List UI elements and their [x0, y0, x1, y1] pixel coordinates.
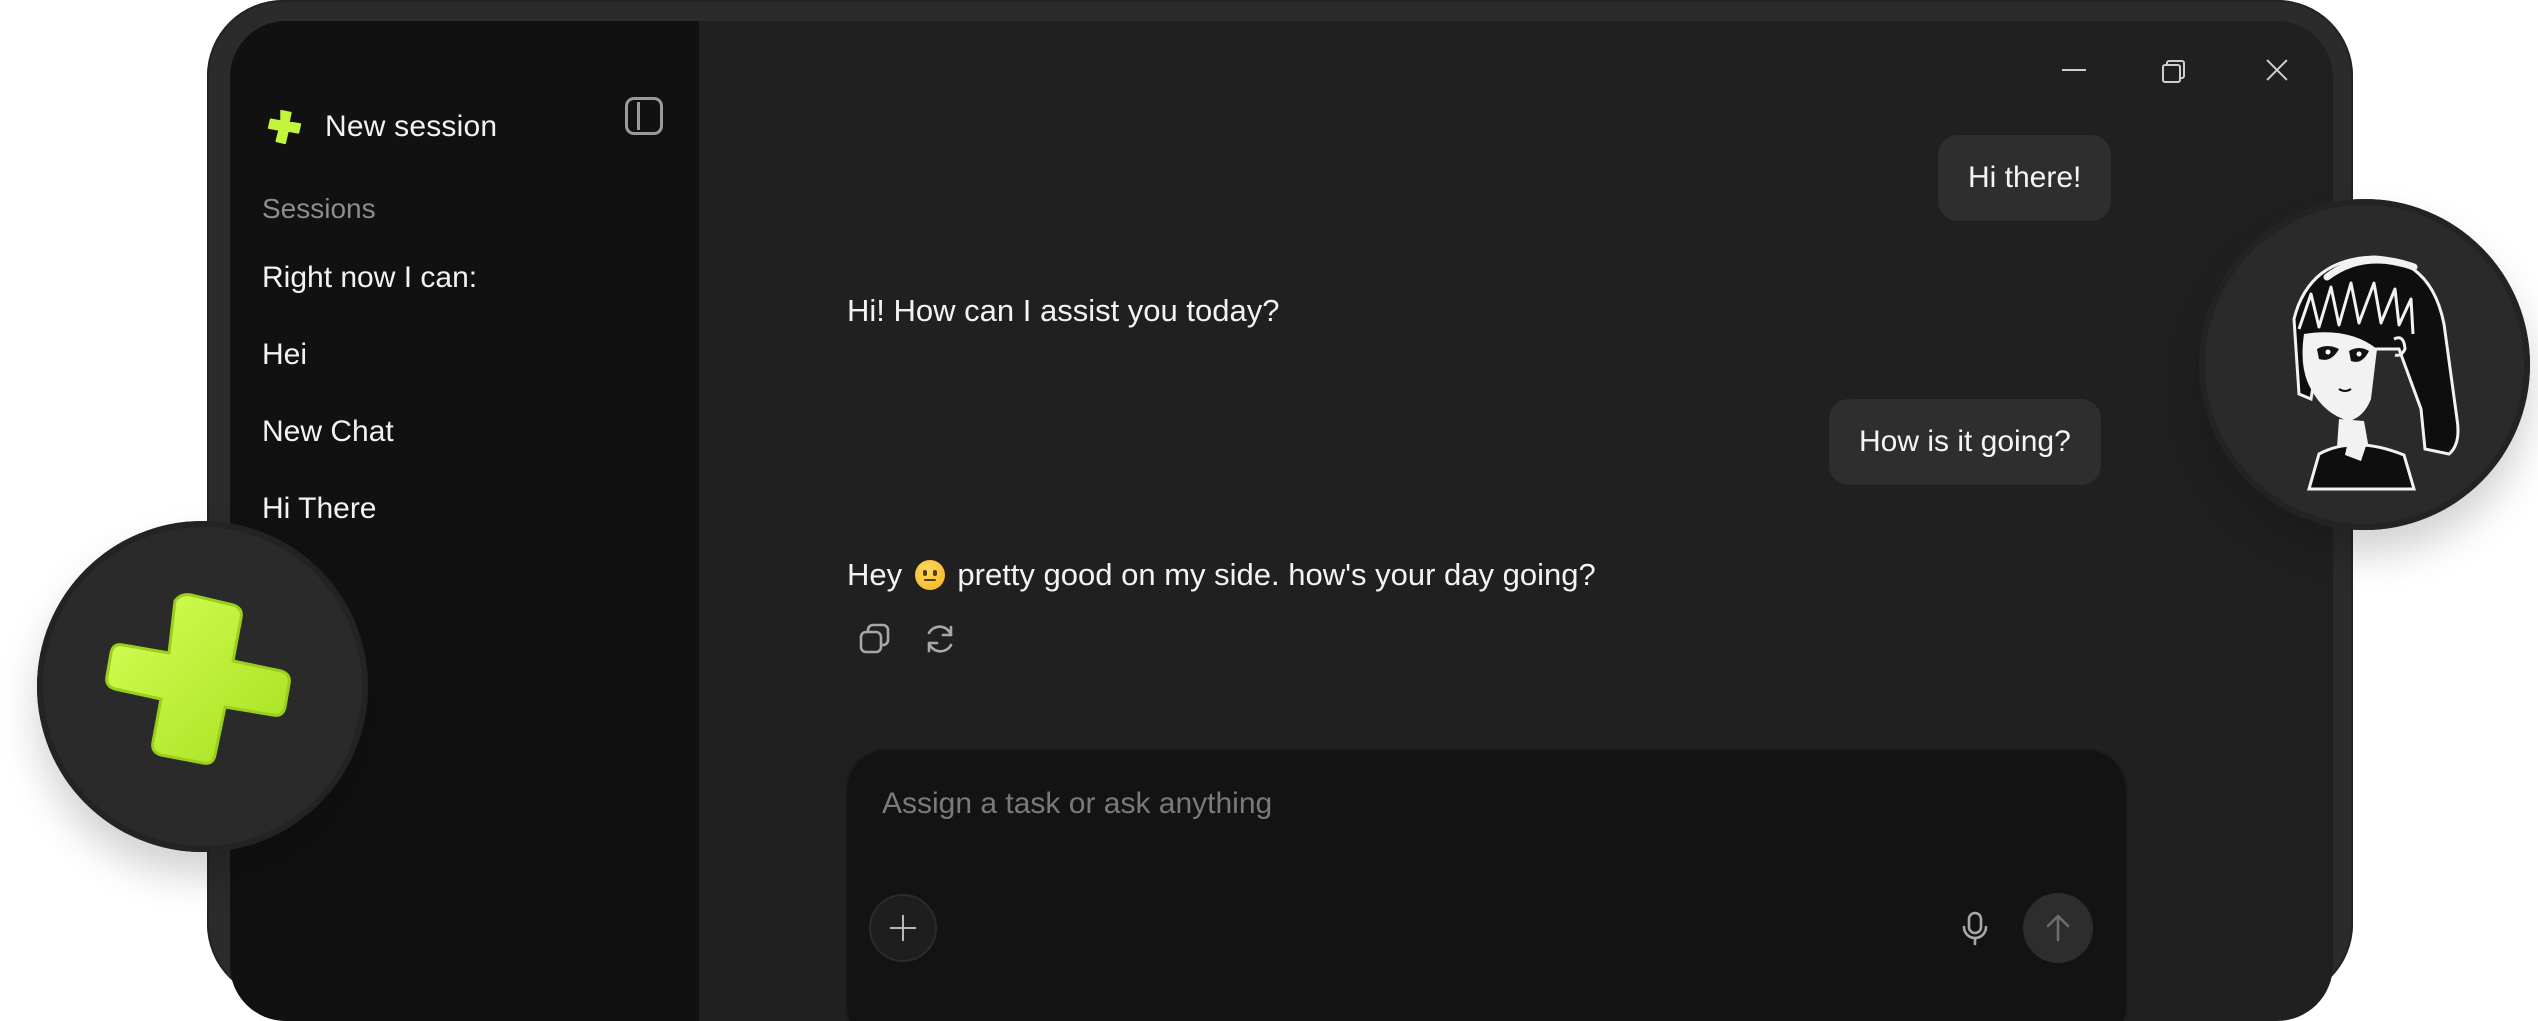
- close-icon[interactable]: [2262, 55, 2292, 85]
- add-attachment-button[interactable]: [869, 894, 937, 962]
- sessions-heading: Sessions: [262, 193, 376, 224]
- anime-girl-avatar-icon: [2292, 255, 2460, 491]
- minimize-icon[interactable]: [2060, 55, 2090, 85]
- sparkle-cross-logo-icon: [105, 593, 291, 765]
- send-button[interactable]: [2023, 893, 2093, 963]
- toggle-sidebar-icon[interactable]: [625, 97, 663, 135]
- regenerate-icon[interactable]: [922, 621, 958, 657]
- assistant-message-text: pretty good on my side. how's your day g…: [957, 557, 1596, 592]
- sparkle-cross-icon: [267, 109, 302, 145]
- copy-icon[interactable]: [857, 621, 893, 657]
- new-session-button[interactable]: New session: [266, 97, 497, 157]
- smiley-emoji-icon: [914, 560, 945, 590]
- brand-logo-badge: [37, 521, 368, 852]
- restore-icon[interactable]: [2160, 55, 2190, 85]
- assistant-message-text: Hey: [847, 557, 903, 592]
- arrow-up-icon: [2046, 914, 2070, 942]
- assistant-message: Hey pretty good on my side. how's your d…: [847, 557, 1596, 593]
- composer-placeholder[interactable]: Assign a task or ask anything: [882, 787, 1272, 821]
- session-item[interactable]: Right now I can:: [262, 261, 477, 295]
- session-item[interactable]: Hei: [262, 338, 307, 372]
- app-window: New session Sessions Right now I can: He…: [230, 21, 2333, 1021]
- user-message: How is it going?: [1829, 399, 2101, 485]
- message-composer[interactable]: Assign a task or ask anything: [847, 750, 2126, 1021]
- session-item[interactable]: New Chat: [262, 415, 394, 449]
- assistant-message: Hi! How can I assist you today?: [847, 293, 1280, 328]
- avatar: [2199, 199, 2530, 530]
- microphone-icon[interactable]: [1955, 908, 1995, 948]
- user-message: Hi there!: [1938, 135, 2112, 221]
- new-session-label: New session: [325, 110, 498, 143]
